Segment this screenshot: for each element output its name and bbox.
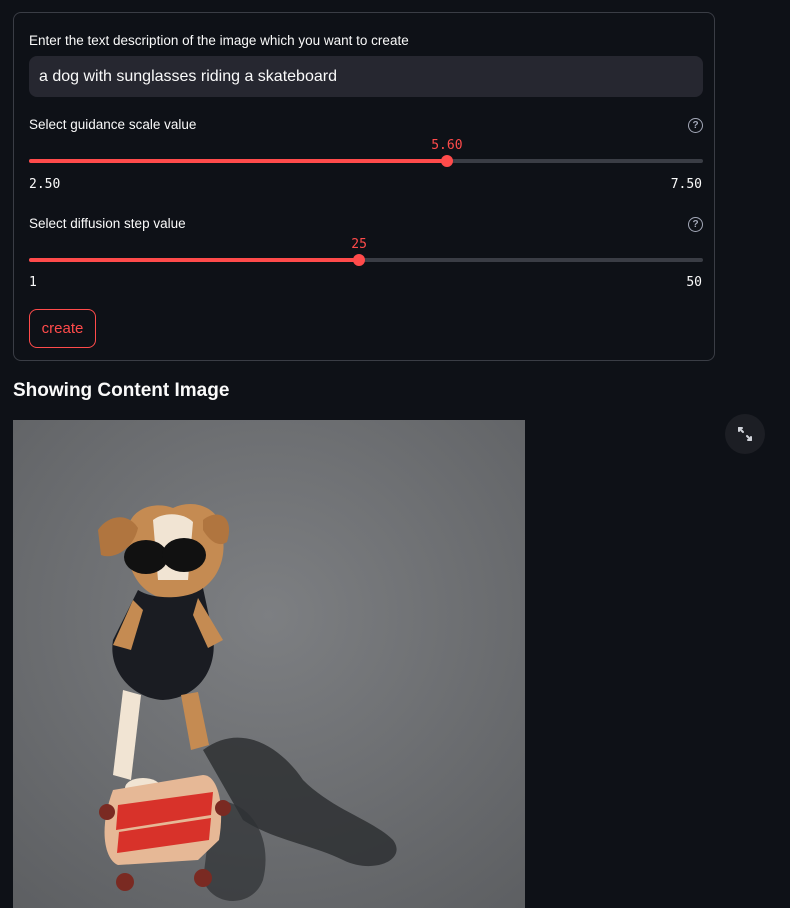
create-form: Enter the text description of the image …	[13, 12, 715, 361]
help-icon[interactable]: ?	[688, 118, 703, 133]
steps-slider-fill	[29, 258, 360, 262]
prompt-input[interactable]	[29, 56, 703, 97]
dog-skateboard-illustration	[13, 420, 525, 908]
guidance-slider-fill	[29, 159, 447, 163]
guidance-value: 5.60	[431, 138, 463, 153]
generated-image	[13, 420, 525, 908]
guidance-min: 2.50	[29, 177, 61, 192]
steps-label: Select diffusion step value	[29, 216, 186, 231]
guidance-slider[interactable]	[29, 155, 703, 167]
fullscreen-button[interactable]	[725, 414, 765, 454]
create-button[interactable]: create	[29, 309, 96, 348]
steps-slider[interactable]	[29, 254, 703, 266]
guidance-slider-thumb[interactable]	[440, 155, 453, 167]
steps-slider-thumb[interactable]	[353, 254, 366, 266]
help-icon[interactable]: ?	[688, 217, 703, 232]
guidance-label: Select guidance scale value	[29, 117, 197, 132]
prompt-label: Enter the text description of the image …	[29, 33, 409, 48]
output-heading: Showing Content Image	[13, 380, 230, 401]
expand-icon	[738, 427, 752, 441]
steps-value: 25	[351, 237, 367, 252]
guidance-max: 7.50	[670, 177, 702, 192]
steps-max: 50	[686, 275, 702, 290]
steps-min: 1	[29, 275, 37, 290]
